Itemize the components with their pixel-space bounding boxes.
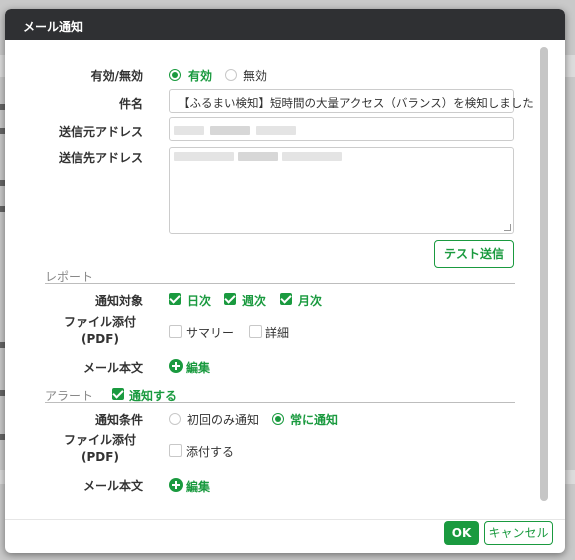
subject-input-value: 【ふるまい検知】短時間の大量アクセス（バランス）を検知しました: [178, 96, 534, 110]
subject-input[interactable]: 【ふるまい検知】短時間の大量アクセス（バランス）を検知しました: [169, 89, 534, 113]
status-label: 有効/無効: [90, 69, 143, 83]
alert-first-only-label[interactable]: 初回のみ通知: [187, 411, 259, 428]
alert-attach-label-line1: ファイル添付: [63, 433, 136, 447]
redacted-text: [210, 126, 250, 135]
footer-divider: [5, 519, 565, 520]
subject-label: 件名: [118, 97, 143, 111]
report-detail-checkbox[interactable]: [249, 325, 262, 338]
sender-label: 送信元アドレス: [58, 125, 143, 139]
mail-notification-dialog: メール通知 有効/無効 有効 無効 件名 【ふるまい検知】短時間の大量アクセス（…: [5, 9, 565, 553]
scrollbar[interactable]: [540, 47, 548, 501]
report-monthly-checkbox[interactable]: [280, 293, 292, 305]
report-attach-label: ファイル添付 (PDF): [55, 314, 145, 348]
alert-always-label[interactable]: 常に通知: [290, 411, 338, 428]
redacted-text: [238, 152, 278, 161]
report-summary-checkbox[interactable]: [169, 325, 182, 338]
status-enabled-radio[interactable]: [169, 69, 181, 81]
alert-section-divider: [45, 402, 515, 403]
plus-icon[interactable]: [169, 359, 183, 373]
sender-input[interactable]: [169, 117, 514, 141]
report-daily-checkbox[interactable]: [169, 293, 181, 305]
scrollbar-thumb[interactable]: [540, 47, 548, 501]
alert-attach-label: ファイル添付 (PDF): [55, 432, 145, 466]
report-weekly-checkbox[interactable]: [224, 293, 236, 305]
alert-notify-checkbox[interactable]: [112, 388, 124, 400]
report-targets-label: 通知対象: [94, 294, 143, 308]
redacted-text: [174, 152, 234, 161]
recipient-label: 送信先アドレス: [58, 151, 143, 165]
plus-icon[interactable]: [169, 478, 183, 492]
report-body-label: メール本文: [82, 361, 143, 375]
redacted-text: [256, 126, 296, 135]
recipient-textarea[interactable]: [169, 147, 514, 234]
alert-attach-option-label[interactable]: 添付する: [186, 443, 234, 460]
report-section-divider: [45, 283, 515, 284]
dialog-title: メール通知: [23, 20, 84, 34]
status-enabled-label[interactable]: 有効: [188, 67, 212, 84]
report-weekly-label[interactable]: 週次: [242, 292, 266, 309]
cancel-button[interactable]: キャンセル: [484, 521, 553, 545]
status-disabled-label[interactable]: 無効: [243, 67, 267, 84]
redacted-text: [174, 126, 204, 135]
report-attach-label-line1: ファイル添付: [63, 315, 136, 329]
report-detail-label[interactable]: 詳細: [265, 324, 289, 341]
alert-body-edit-link[interactable]: 編集: [186, 478, 210, 495]
report-attach-label-line2: (PDF): [81, 332, 119, 346]
resize-handle[interactable]: [504, 224, 511, 231]
report-monthly-label[interactable]: 月次: [298, 292, 322, 309]
test-send-button[interactable]: テスト送信: [434, 240, 514, 268]
alert-body-label: メール本文: [82, 479, 143, 493]
alert-first-only-radio[interactable]: [169, 413, 181, 425]
report-summary-label[interactable]: サマリー: [186, 324, 234, 341]
report-body-edit-link[interactable]: 編集: [186, 359, 210, 376]
alert-always-radio[interactable]: [272, 413, 284, 425]
alert-condition-label: 通知条件: [94, 413, 143, 427]
status-disabled-radio[interactable]: [225, 69, 237, 81]
redacted-text: [282, 152, 342, 161]
alert-attach-checkbox[interactable]: [169, 444, 182, 457]
dialog-header: メール通知: [5, 9, 565, 40]
ok-button[interactable]: OK: [444, 521, 479, 545]
alert-attach-label-line2: (PDF): [81, 450, 119, 464]
report-daily-label[interactable]: 日次: [187, 292, 211, 309]
